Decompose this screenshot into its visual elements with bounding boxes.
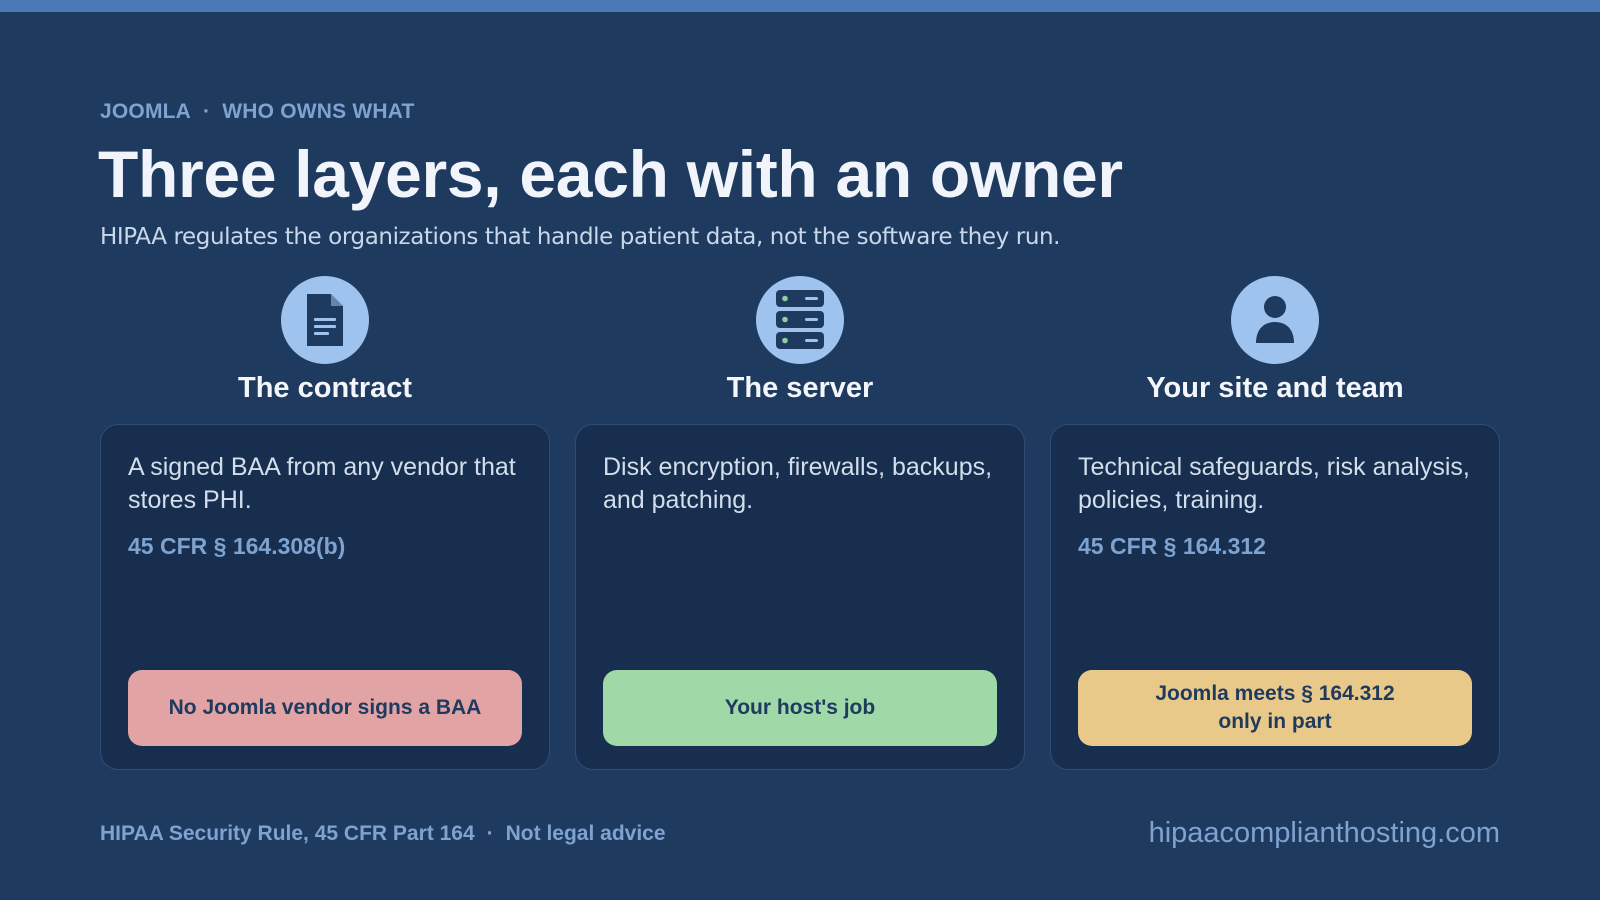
card-citation: 45 CFR § 164.312 bbox=[1078, 533, 1266, 559]
status-badge-label: Joomla meets § 164.312 only in part bbox=[1155, 680, 1394, 736]
column-title: The server bbox=[726, 372, 874, 404]
status-badge: Your host's job bbox=[603, 670, 997, 746]
status-line-1: Joomla meets § 164.312 bbox=[1155, 682, 1395, 705]
server-icon bbox=[756, 276, 844, 364]
footer-disclaimer: Not legal advice bbox=[505, 822, 666, 845]
document-icon bbox=[281, 276, 369, 364]
column-title: Your site and team bbox=[1146, 372, 1404, 404]
status-badge-label: No Joomla vendor signs a BAA bbox=[168, 696, 482, 719]
eyebrow-topic: WHO OWNS WHAT bbox=[222, 100, 415, 123]
card-site-team: Technical safeguards, risk analysis, pol… bbox=[1050, 424, 1500, 770]
top-accent-bar bbox=[0, 0, 1600, 12]
column-site-team: Your site and team Technical safeguards,… bbox=[1050, 276, 1500, 770]
card-citation: 45 CFR § 164.308(b) bbox=[128, 533, 346, 559]
footer-source: HIPAA Security Rule, 45 CFR Part 164 · Not… bbox=[100, 822, 666, 846]
eyebrow: JOOMLA · WHO OWNS WHAT bbox=[100, 100, 415, 124]
user-icon bbox=[1231, 276, 1319, 364]
status-badge: No Joomla vendor signs a BAA bbox=[128, 670, 522, 746]
column-title: The contract bbox=[237, 372, 413, 404]
card-description: Technical safeguards, risk analysis, pol… bbox=[1078, 453, 1470, 514]
card-description: A signed BAA from any vendor that stores… bbox=[128, 453, 516, 514]
page-subtitle: HIPAA regulates the organizations that h… bbox=[100, 224, 1061, 250]
card-contract: A signed BAA from any vendor that stores… bbox=[100, 424, 550, 770]
footer-separator: · bbox=[486, 822, 494, 845]
status-badge: Joomla meets § 164.312 only in part bbox=[1078, 670, 1472, 746]
eyebrow-separator: · bbox=[203, 100, 211, 123]
status-badge-label: Your host's job bbox=[724, 696, 876, 719]
column-contract: The contract A signed BAA from any vendo… bbox=[100, 276, 550, 770]
status-line-2: only in part bbox=[1218, 710, 1332, 733]
footer-site-link[interactable]: hipaacomplianthosting.com bbox=[1149, 817, 1500, 850]
eyebrow-product: JOOMLA bbox=[100, 100, 192, 123]
page-title: Three layers, each with an owner bbox=[98, 137, 1123, 211]
column-server: The server Disk encryption, firewalls, b… bbox=[575, 276, 1025, 770]
footer-rule: HIPAA Security Rule, 45 CFR Part 164 bbox=[100, 822, 475, 845]
card-description: Disk encryption, firewalls, backups, and… bbox=[603, 453, 993, 514]
card-server: Disk encryption, firewalls, backups, and… bbox=[575, 424, 1025, 770]
